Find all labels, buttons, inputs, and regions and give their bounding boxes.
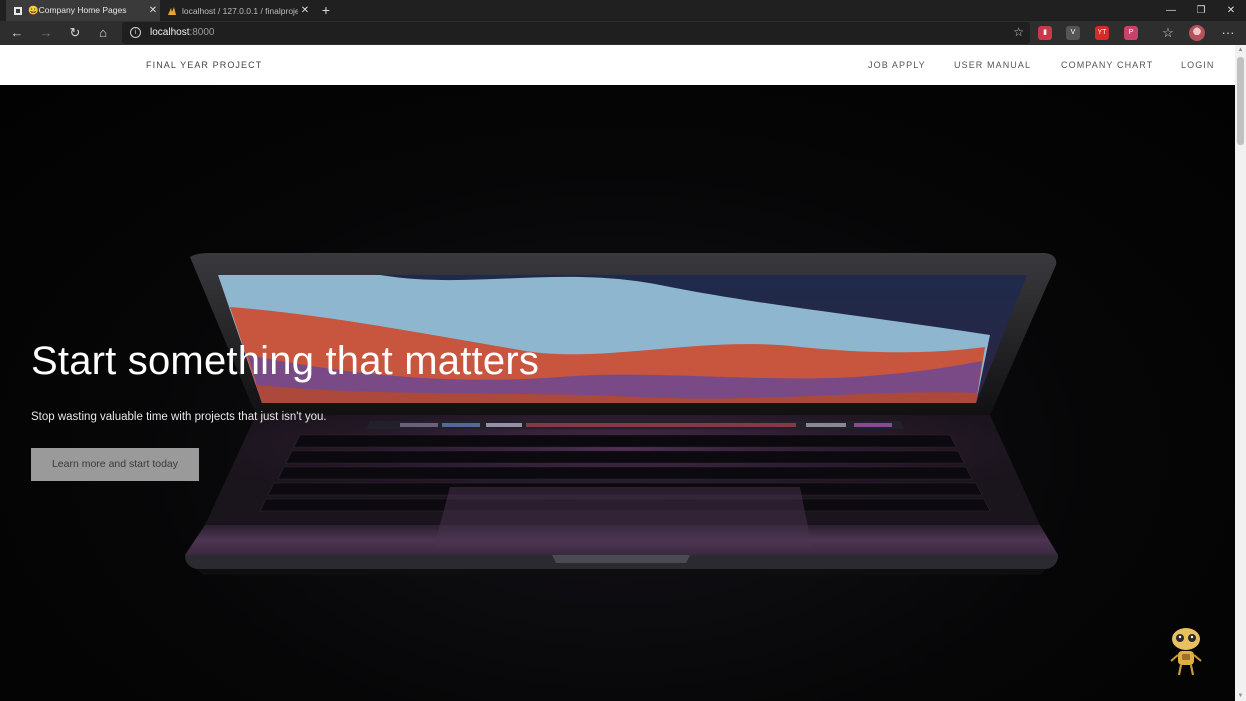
new-tab-button[interactable]: +: [318, 2, 334, 18]
ext-flag-icon[interactable]: ▮: [1038, 26, 1052, 40]
hero-headline: Start something that matters: [31, 339, 540, 383]
tab-title: 😀Company Home Pages: [28, 5, 127, 15]
browser-menu-icon[interactable]: ···: [1218, 23, 1238, 43]
close-tab-icon[interactable]: ✕: [146, 5, 160, 16]
nav-link-login[interactable]: LOGIN: [1181, 60, 1215, 70]
browser-tab-strip: 😀Company Home Pages ✕ localhost / 127.0.…: [0, 0, 1246, 21]
laptop-hero-image: [185, 253, 1058, 575]
favorites-icon[interactable]: ☆: [1158, 23, 1178, 43]
close-window-button[interactable]: ✕: [1216, 0, 1246, 21]
home-button[interactable]: ⌂: [93, 23, 113, 43]
page-favicon-icon: [13, 6, 23, 16]
minimize-button[interactable]: —: [1156, 0, 1186, 21]
ext-vivaldi-icon[interactable]: V: [1066, 26, 1080, 40]
site-navbar: FINAL YEAR PROJECT JOB APPLY USER MANUAL…: [0, 45, 1235, 85]
hero-section: Start something that matters Stop wastin…: [0, 85, 1235, 701]
nav-link-company-chart[interactable]: COMPANY CHART: [1061, 60, 1153, 70]
forward-button[interactable]: →: [36, 23, 56, 43]
nav-link-job-apply[interactable]: JOB APPLY: [868, 60, 926, 70]
site-brand[interactable]: FINAL YEAR PROJECT: [146, 60, 262, 70]
page-scrollbar[interactable]: ▲ ▼: [1235, 45, 1246, 701]
scroll-up-icon[interactable]: ▲: [1235, 45, 1246, 55]
hero-subline: Stop wasting valuable time with projects…: [31, 411, 327, 423]
learn-more-button[interactable]: Learn more and start today: [31, 448, 199, 481]
tab-company-home-pages[interactable]: 😀Company Home Pages ✕: [6, 0, 160, 21]
phpmyadmin-favicon-icon: [167, 6, 177, 16]
site-info-icon[interactable]: i: [130, 27, 141, 38]
nav-link-user-manual[interactable]: USER MANUAL: [954, 60, 1031, 70]
reload-button[interactable]: ↻: [65, 23, 85, 43]
address-bar[interactable]: i localhost:8000 ☆: [122, 22, 1030, 44]
tab-title: localhost / 127.0.0.1 / finalproje: [182, 5, 298, 16]
scroll-down-icon[interactable]: ▼: [1235, 691, 1246, 701]
ext-youtube-icon[interactable]: YT: [1095, 26, 1109, 40]
back-button[interactable]: ←: [7, 23, 27, 43]
restore-button[interactable]: ❐: [1186, 0, 1216, 21]
ext-pocket-icon[interactable]: P: [1124, 26, 1138, 40]
profile-avatar[interactable]: [1189, 25, 1205, 41]
chatbot-robot-icon[interactable]: [1167, 625, 1205, 677]
tab-phpmyadmin[interactable]: localhost / 127.0.0.1 / finalproje ✕: [160, 0, 312, 21]
bookmark-star-icon[interactable]: ☆: [1013, 25, 1024, 39]
scrollbar-thumb[interactable]: [1237, 57, 1244, 145]
url-text[interactable]: localhost:8000: [150, 27, 215, 38]
browser-toolbar: ← → ↻ ⌂ i localhost:8000 ☆ ▮ V YT P ☆ ··…: [0, 21, 1246, 45]
close-tab-icon[interactable]: ✕: [298, 5, 312, 16]
